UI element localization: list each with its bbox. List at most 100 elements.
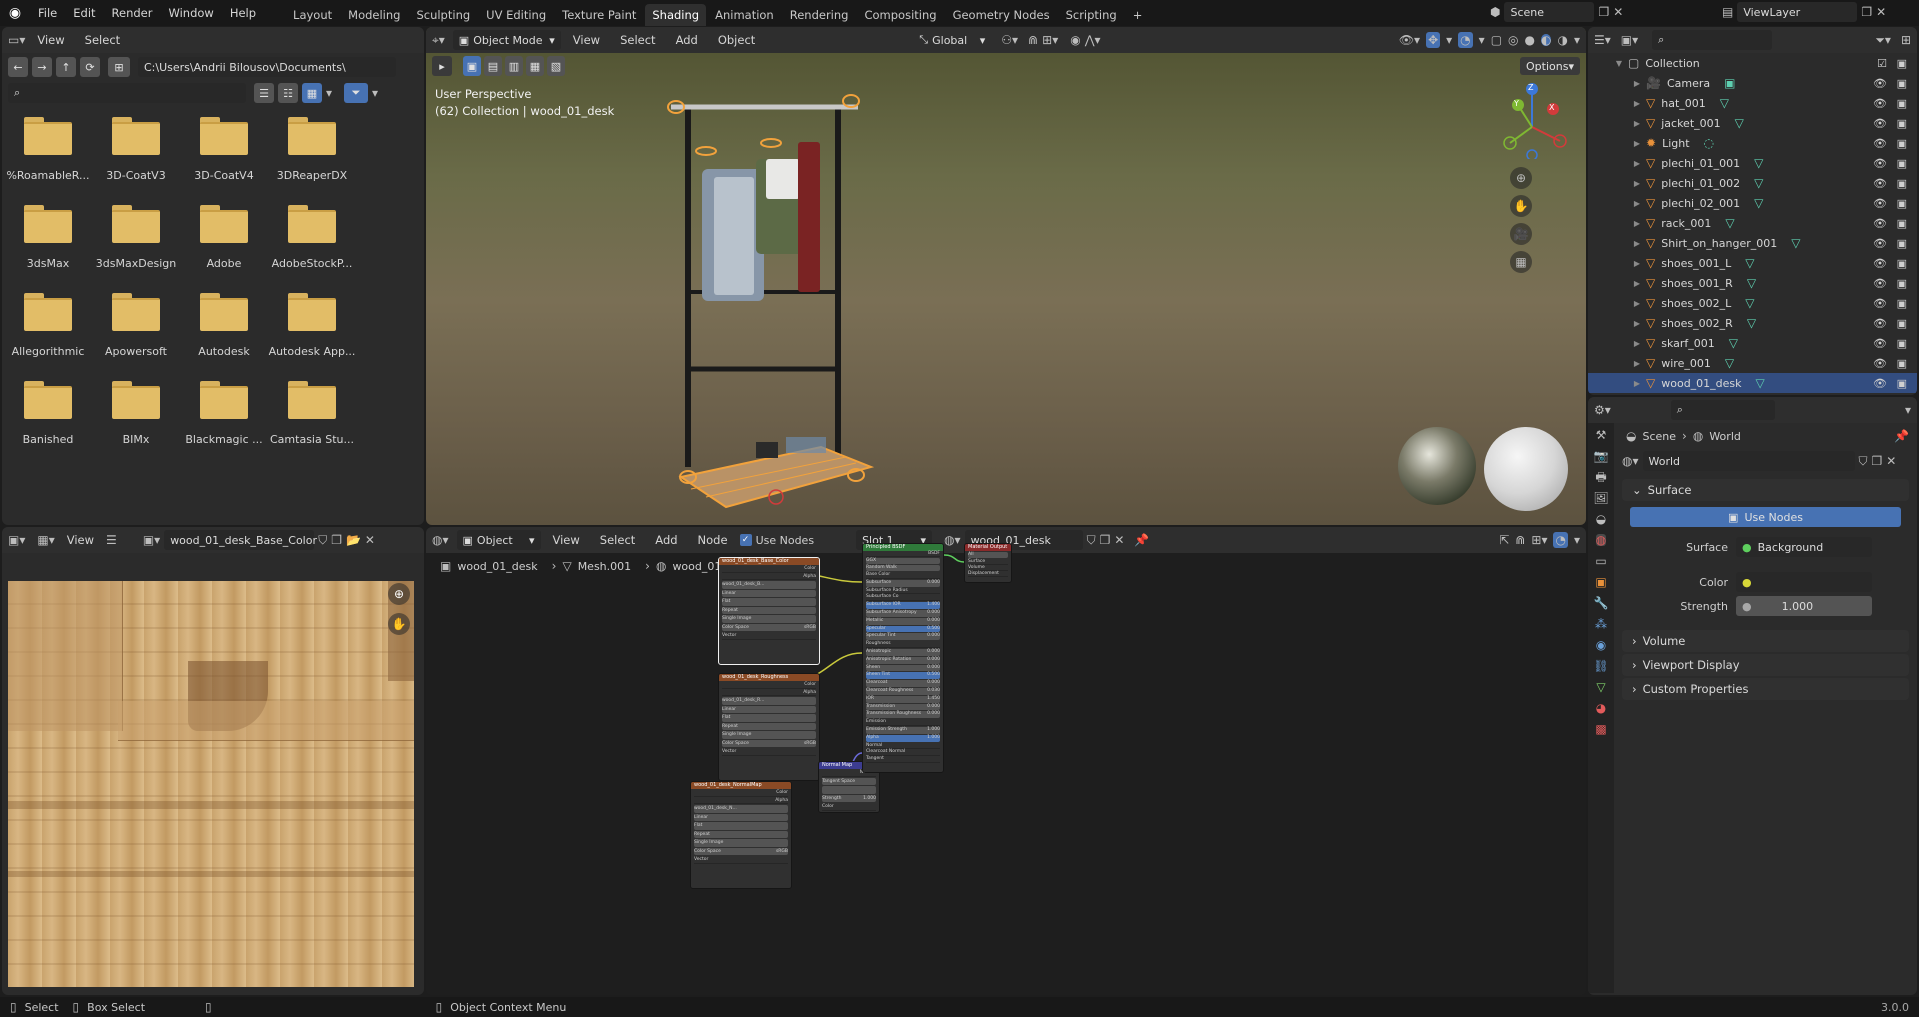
3d-viewport[interactable]: ⌖▾ ▣ Object Mode ▾ View Select Add Object … <box>426 27 1586 525</box>
node-image-field[interactable]: wood_01_desk_R... <box>722 697 816 705</box>
camera-icon[interactable]: ▣ <box>1897 377 1907 390</box>
camera-icon[interactable]: ▣ <box>1897 157 1907 170</box>
eye-icon[interactable]: 👁 <box>1873 117 1887 130</box>
node-colorspace[interactable]: Color Space sRGB <box>722 739 816 747</box>
bsdf-input-row[interactable]: Sheen Tint 0.500 <box>866 672 940 680</box>
outliner-row[interactable]: ▶ ▽ plechi_01_001 ▽ 👁 ▣ <box>1588 153 1917 173</box>
expand-icon[interactable]: ▶ <box>1632 79 1642 88</box>
parent-dir-button[interactable]: ↑ <box>56 57 76 77</box>
bsdf-input-row[interactable]: Anisotropic Rotation 0.000 <box>866 656 940 664</box>
eye-icon[interactable]: 👁 <box>1873 337 1887 350</box>
delete-view-layer-icon[interactable]: ✕ <box>1876 6 1886 18</box>
new-scene-icon[interactable]: ❐ <box>1598 6 1609 18</box>
eye-icon[interactable]: 👁 <box>1873 157 1887 170</box>
particles-tab-icon[interactable]: ⁂ <box>1595 618 1607 630</box>
tab-uv-editing[interactable]: UV Editing <box>479 4 553 26</box>
folder-item[interactable]: Adobe <box>180 205 268 270</box>
object-data-icon[interactable]: ▽ <box>1735 117 1744 129</box>
refresh-button[interactable]: ⟳ <box>80 57 100 77</box>
expand-icon[interactable]: ▶ <box>1632 199 1642 208</box>
bsdf-input-row[interactable]: Subsurface Co <box>866 594 940 602</box>
bsdf-input-row[interactable]: Emission Strength 1.000 <box>866 726 940 734</box>
bsdf-input-row[interactable]: Anisotropic 0.000 <box>866 648 940 656</box>
node-projection[interactable]: Flat <box>694 822 788 830</box>
list-horizontal-icon[interactable]: ☷ <box>278 83 298 103</box>
collapse-icon[interactable]: ▼ <box>1614 59 1624 68</box>
folder-item[interactable]: Autodesk App... <box>268 293 356 358</box>
eye-icon[interactable]: 👁 <box>1873 357 1887 370</box>
folder-item[interactable]: Autodesk <box>180 293 268 358</box>
menu-view[interactable]: View <box>59 533 102 547</box>
camera-icon[interactable]: ▣ <box>1897 197 1907 210</box>
menu-edit[interactable]: Edit <box>65 6 103 20</box>
zoom-icon[interactable]: ⊕ <box>1510 167 1532 189</box>
object-data-icon[interactable]: ▽ <box>1756 377 1765 389</box>
outliner-row[interactable]: ▶ ▽ shoes_002_R ▽ 👁 ▣ <box>1588 313 1917 333</box>
node-image-field[interactable]: wood_01_desk_N... <box>694 805 788 813</box>
camera-icon[interactable]: ▣ <box>1897 297 1907 310</box>
camera-icon[interactable]: ▣ <box>1897 337 1907 350</box>
outliner-row[interactable]: ▶ 🎥 Camera ▣ 👁 ▣ <box>1588 73 1917 93</box>
folder-item[interactable]: 3D-CoatV4 <box>180 117 268 182</box>
path-field[interactable]: C:\Users\Andrii Bilousov\Documents\ <box>138 57 396 77</box>
image-texture-node-basecolor[interactable]: wood_01_desk_Base_Color Color Alpha wood… <box>718 557 820 665</box>
tab-shading[interactable]: Shading <box>645 4 707 26</box>
node-projection[interactable]: Flat <box>722 714 816 722</box>
unlink-image-icon[interactable]: ✕ <box>365 534 375 546</box>
hamburger-icon[interactable]: ☰ <box>106 534 117 546</box>
use-nodes-button[interactable]: ▣ Use Nodes <box>1630 507 1901 527</box>
menu-select[interactable]: Select <box>592 533 643 547</box>
node-uvmap-field[interactable] <box>822 786 876 794</box>
outliner-row[interactable]: ▶ ▽ wood_01_desk ▽ 👁 ▣ <box>1588 373 1917 393</box>
panel-viewport-display[interactable]: › Viewport Display <box>1622 654 1909 676</box>
tab-texture-paint[interactable]: Texture Paint <box>555 4 643 26</box>
folder-item[interactable]: %RoamableR... <box>4 117 92 182</box>
unlink-world-icon[interactable]: ✕ <box>1886 455 1896 467</box>
node-extension[interactable]: Repeat <box>722 606 816 614</box>
panel-volume[interactable]: › Volume <box>1622 630 1909 652</box>
object-data-icon[interactable]: ▽ <box>1754 197 1763 209</box>
open-image-icon[interactable]: 📂 <box>346 534 361 546</box>
filter-dropdown-icon[interactable]: ▾ <box>372 87 378 99</box>
display-mode-icon[interactable]: ▣▾ <box>1621 34 1638 46</box>
thumbnails-icon[interactable]: ▦ <box>302 83 322 103</box>
eye-icon[interactable]: 👁 <box>1873 137 1887 150</box>
constraints-tab-icon[interactable]: ⛓ <box>1593 660 1608 672</box>
tab-animation[interactable]: Animation <box>708 4 781 26</box>
object-data-icon[interactable]: ▽ <box>1725 217 1734 229</box>
add-workspace-button[interactable]: + <box>1126 4 1150 26</box>
object-data-icon[interactable]: ▽ <box>1720 97 1729 109</box>
scene-tab-icon[interactable]: ◒ <box>1596 513 1606 525</box>
perspective-grid-icon[interactable]: ▦ <box>1510 251 1532 273</box>
texture-tab-icon[interactable]: ▩ <box>1595 723 1606 735</box>
navigation-gizmo[interactable]: Z X Y <box>1498 75 1568 161</box>
delete-scene-icon[interactable]: ✕ <box>1613 6 1623 18</box>
expand-icon[interactable]: ▶ <box>1632 319 1642 328</box>
collection-tab-icon[interactable]: ▭ <box>1595 555 1606 567</box>
eye-icon[interactable]: 👁 <box>1873 197 1887 210</box>
fake-user-icon[interactable]: ⛉ <box>1087 534 1096 546</box>
node-projection[interactable]: Flat <box>722 598 816 606</box>
outliner-row[interactable]: ▶ ▽ rack_001 ▽ 👁 ▣ <box>1588 213 1917 233</box>
use-nodes-checkbox[interactable]: ✓ Use Nodes <box>739 534 814 547</box>
world-name-field[interactable]: World <box>1642 451 1855 471</box>
unlink-material-icon[interactable]: ✕ <box>1114 534 1124 546</box>
object-data-icon[interactable]: ▽ <box>1754 177 1763 189</box>
bsdf-input-row[interactable]: Clearcoat 0.000 <box>866 680 940 687</box>
material-browse-icon[interactable]: ◍▾ <box>944 534 961 546</box>
node-extension[interactable]: Repeat <box>722 722 816 730</box>
list-vertical-icon[interactable]: ☰ <box>254 83 274 103</box>
panel-surface[interactable]: ⌄ Surface <box>1622 479 1909 501</box>
eye-icon[interactable]: 👁 <box>1873 217 1887 230</box>
folder-item[interactable]: 3DReaperDX <box>268 117 356 182</box>
editor-type-icon[interactable]: ▣▾ <box>8 534 25 546</box>
camera-icon[interactable]: ▣ <box>1897 257 1907 270</box>
editor-type-icon[interactable]: ⚙▾ <box>1594 404 1611 416</box>
checkbox-icon[interactable]: ☑ <box>1877 57 1887 70</box>
bsdf-input-row[interactable]: Clearcoat Roughness 0.030 <box>866 687 940 695</box>
menu-add[interactable]: Add <box>647 533 685 547</box>
folder-item[interactable]: 3dsMaxDesign <box>92 205 180 270</box>
bsdf-input-row[interactable]: Alpha 1.000 <box>866 734 940 742</box>
menu-render[interactable]: Render <box>104 6 161 20</box>
folder-item[interactable]: AdobeStockP... <box>268 205 356 270</box>
